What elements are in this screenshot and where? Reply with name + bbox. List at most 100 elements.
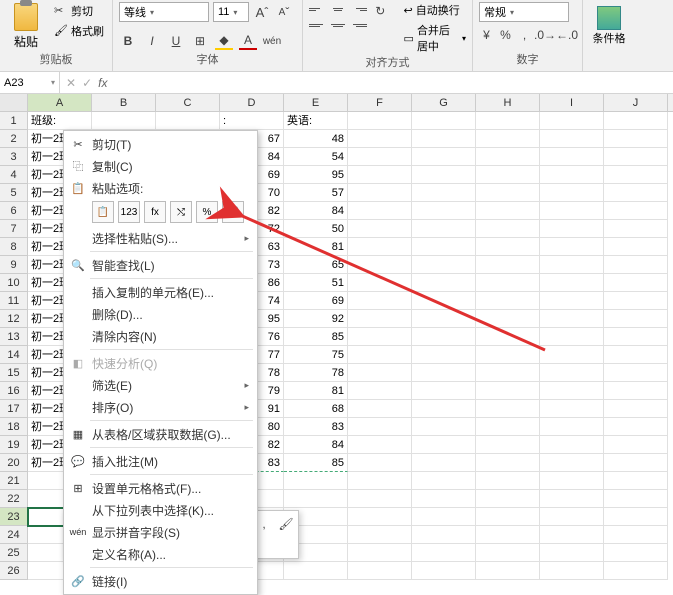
cell[interactable] bbox=[476, 310, 540, 328]
ctx-pick-from-list[interactable]: 从下拉列表中选择(K)... bbox=[64, 499, 257, 521]
row-header-20[interactable]: 20 bbox=[0, 454, 28, 472]
align-mid-left[interactable] bbox=[309, 18, 327, 32]
cell[interactable] bbox=[412, 130, 476, 148]
cell[interactable]: 68 bbox=[284, 400, 348, 418]
cell[interactable] bbox=[540, 148, 604, 166]
cell[interactable] bbox=[92, 112, 156, 130]
cell[interactable]: 95 bbox=[284, 166, 348, 184]
cell[interactable] bbox=[604, 364, 668, 382]
phonetic-button[interactable]: wén bbox=[263, 32, 281, 50]
cell[interactable]: 51 bbox=[284, 274, 348, 292]
cell[interactable] bbox=[540, 508, 604, 526]
ctx-smart-lookup[interactable]: 🔍智能查找(L) bbox=[64, 254, 257, 276]
row-header-24[interactable]: 24 bbox=[0, 526, 28, 544]
wrap-text-button[interactable]: ↩ 自动换行 bbox=[404, 2, 466, 18]
row-header-10[interactable]: 10 bbox=[0, 274, 28, 292]
orientation-button[interactable]: ↻ bbox=[373, 2, 388, 20]
cell[interactable] bbox=[348, 310, 412, 328]
row-header-16[interactable]: 16 bbox=[0, 382, 28, 400]
cell[interactable] bbox=[476, 130, 540, 148]
cancel-formula-icon[interactable]: ✕ bbox=[66, 76, 76, 90]
cell[interactable] bbox=[476, 526, 540, 544]
cell[interactable]: 83 bbox=[284, 418, 348, 436]
italic-button[interactable]: I bbox=[143, 32, 161, 50]
row-header-15[interactable]: 15 bbox=[0, 364, 28, 382]
cell[interactable]: 78 bbox=[284, 364, 348, 382]
align-mid-right[interactable] bbox=[349, 18, 367, 32]
cell[interactable] bbox=[348, 436, 412, 454]
row-header-3[interactable]: 3 bbox=[0, 148, 28, 166]
row-header-13[interactable]: 13 bbox=[0, 328, 28, 346]
ctx-sort[interactable]: 排序(O)▸ bbox=[64, 396, 257, 418]
cell[interactable] bbox=[476, 472, 540, 490]
cell[interactable]: 81 bbox=[284, 238, 348, 256]
cell[interactable] bbox=[540, 544, 604, 562]
comma-button[interactable]: , bbox=[517, 26, 532, 44]
cell[interactable] bbox=[540, 112, 604, 130]
cell[interactable] bbox=[604, 454, 668, 472]
cell[interactable] bbox=[540, 166, 604, 184]
cell[interactable] bbox=[476, 166, 540, 184]
cell[interactable] bbox=[476, 400, 540, 418]
cell[interactable] bbox=[476, 490, 540, 508]
cell[interactable] bbox=[412, 490, 476, 508]
font-size-combo[interactable]: 11▾ bbox=[213, 2, 249, 22]
cell[interactable] bbox=[604, 328, 668, 346]
border-button[interactable]: ⊞ bbox=[191, 32, 209, 50]
cell[interactable]: 85 bbox=[284, 328, 348, 346]
cell[interactable] bbox=[540, 472, 604, 490]
cell[interactable] bbox=[348, 238, 412, 256]
cell[interactable] bbox=[348, 508, 412, 526]
cell[interactable] bbox=[476, 454, 540, 472]
cell[interactable] bbox=[412, 148, 476, 166]
fill-color-button[interactable]: ◆ bbox=[215, 32, 233, 50]
cell[interactable] bbox=[604, 274, 668, 292]
cell[interactable] bbox=[540, 130, 604, 148]
cell[interactable]: 85 bbox=[284, 454, 348, 472]
cell[interactable] bbox=[540, 400, 604, 418]
cell[interactable] bbox=[604, 202, 668, 220]
cell[interactable] bbox=[604, 184, 668, 202]
cell[interactable] bbox=[412, 382, 476, 400]
cell[interactable] bbox=[476, 202, 540, 220]
cell[interactable]: 84 bbox=[284, 202, 348, 220]
cell[interactable]: 50 bbox=[284, 220, 348, 238]
col-header-F[interactable]: F bbox=[348, 94, 412, 111]
ctx-clear[interactable]: 清除内容(N) bbox=[64, 325, 257, 347]
cell[interactable] bbox=[412, 220, 476, 238]
cell[interactable] bbox=[348, 148, 412, 166]
merge-center-button[interactable]: ▭ 合并后居中 ▾ bbox=[404, 22, 466, 54]
paste-button[interactable]: 粘贴 bbox=[6, 2, 46, 51]
cell[interactable] bbox=[348, 184, 412, 202]
row-header-17[interactable]: 17 bbox=[0, 400, 28, 418]
cell[interactable] bbox=[348, 562, 412, 580]
cell[interactable] bbox=[412, 364, 476, 382]
ctx-link[interactable]: 🔗链接(I) bbox=[64, 570, 257, 592]
col-header-A[interactable]: A bbox=[28, 94, 92, 111]
row-header-2[interactable]: 2 bbox=[0, 130, 28, 148]
row-header-9[interactable]: 9 bbox=[0, 256, 28, 274]
cell[interactable] bbox=[540, 436, 604, 454]
ctx-filter[interactable]: 筛选(E)▸ bbox=[64, 374, 257, 396]
cell[interactable] bbox=[412, 400, 476, 418]
cell[interactable]: 84 bbox=[284, 436, 348, 454]
number-format-combo[interactable]: 常规▾ bbox=[479, 2, 569, 22]
cell[interactable] bbox=[604, 490, 668, 508]
cell[interactable] bbox=[412, 166, 476, 184]
ctx-define-name[interactable]: 定义名称(A)... bbox=[64, 543, 257, 565]
cell[interactable] bbox=[412, 292, 476, 310]
conditional-format-button[interactable]: 条件格 bbox=[589, 2, 629, 46]
cell[interactable] bbox=[284, 562, 348, 580]
decrease-decimal-button[interactable]: ←.0 bbox=[558, 26, 576, 44]
cell[interactable] bbox=[412, 202, 476, 220]
cell[interactable] bbox=[412, 562, 476, 580]
cell[interactable]: 81 bbox=[284, 382, 348, 400]
cell[interactable] bbox=[540, 562, 604, 580]
align-top-center[interactable] bbox=[329, 2, 347, 16]
cell[interactable] bbox=[412, 346, 476, 364]
cell[interactable] bbox=[476, 328, 540, 346]
format-painter-button[interactable]: 🖌 格式刷 bbox=[52, 22, 106, 40]
cell[interactable] bbox=[476, 184, 540, 202]
cell[interactable] bbox=[540, 382, 604, 400]
ctx-paste-special[interactable]: 选择性粘贴(S)...▸ bbox=[64, 227, 257, 249]
